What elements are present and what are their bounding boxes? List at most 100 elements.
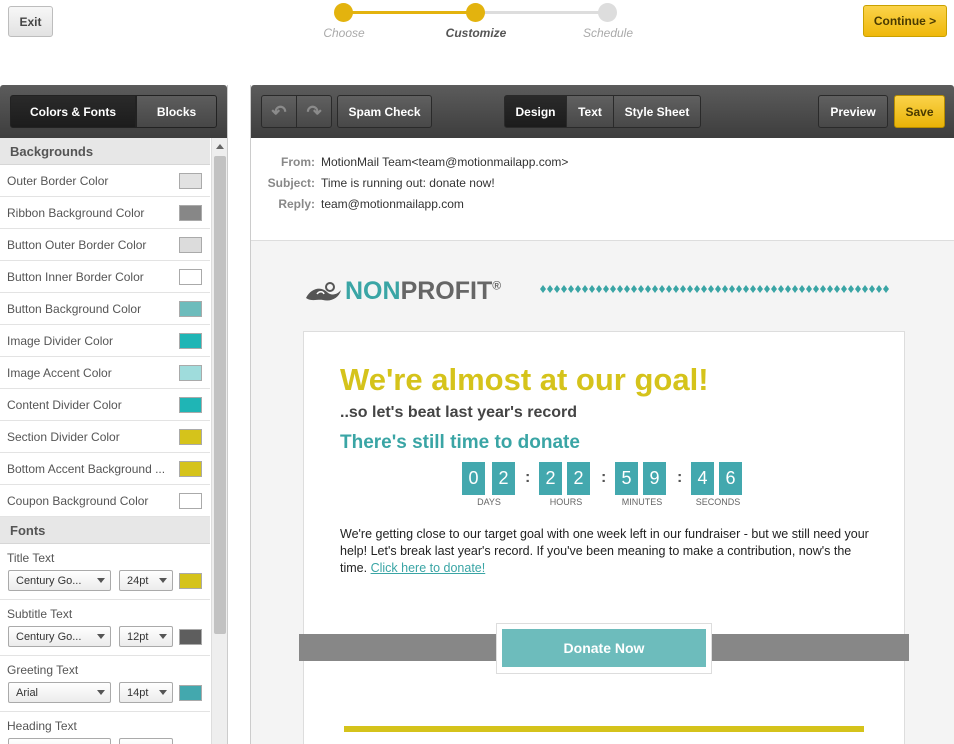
exit-button[interactable]: Exit: [8, 6, 53, 37]
reply-value[interactable]: team@motionmailapp.com: [321, 197, 464, 211]
tab-colors-fonts[interactable]: Colors & Fonts: [10, 95, 136, 128]
color-row-button-inner-border: Button Inner Border Color: [0, 261, 210, 293]
chevron-down-icon: [97, 690, 105, 695]
diamond-shape: [827, 285, 833, 293]
diamond-shape: [820, 285, 826, 293]
diamond-shape: [540, 285, 546, 293]
redo-button[interactable]: ↷: [296, 95, 332, 128]
from-value[interactable]: MotionMail Team<team@motionmailapp.com>: [321, 155, 568, 169]
email-headline[interactable]: We're almost at our goal!: [340, 362, 709, 398]
font-family-select[interactable]: Arial: [8, 682, 111, 703]
step-progress-line: [344, 11, 476, 14]
email-canvas: NONPROFIT® We're almost at our goal! ..s…: [251, 241, 954, 744]
bottom-accent-bar[interactable]: [344, 726, 864, 732]
color-swatch[interactable]: [179, 301, 202, 317]
color-swatch[interactable]: [179, 429, 202, 445]
font-size-select[interactable]: 24pt: [119, 570, 173, 591]
countdown-timer[interactable]: 0 2 : 2 2 : 5 9 : 4 6 DAYS HOURS MINUTES…: [462, 462, 762, 510]
color-swatch[interactable]: [179, 493, 202, 509]
email-section-heading[interactable]: There's still time to donate: [340, 432, 580, 454]
color-row-label: Ribbon Background Color: [7, 206, 145, 220]
font-size-select[interactable]: 12pt: [119, 626, 173, 647]
step-dot-choose[interactable]: [334, 3, 353, 22]
color-row-label: Button Inner Border Color: [7, 270, 144, 284]
diamond-shape: [589, 285, 595, 293]
donate-link[interactable]: Click here to donate!: [371, 561, 486, 575]
font-family-select[interactable]: [8, 738, 111, 744]
diamond-divider[interactable]: [539, 284, 889, 294]
color-swatch[interactable]: [179, 173, 202, 189]
font-size-select[interactable]: 14pt: [119, 682, 173, 703]
color-swatch[interactable]: [179, 269, 202, 285]
wizard-steps: Choose Customize Schedule: [300, 0, 660, 50]
undo-icon: ↶: [271, 101, 287, 122]
donate-button-frame: Donate Now: [496, 623, 712, 674]
color-row-bottom-accent: Bottom Accent Background ...: [0, 453, 210, 485]
step-remaining-line: [476, 11, 608, 14]
color-row-label: Button Background Color: [7, 302, 142, 316]
tab-style-sheet[interactable]: Style Sheet: [613, 95, 701, 128]
font-family-select[interactable]: Century Go...: [8, 570, 111, 591]
font-family-select[interactable]: Century Go...: [8, 626, 111, 647]
scroll-thumb[interactable]: [214, 156, 226, 634]
color-row-button-background: Button Background Color: [0, 293, 210, 325]
color-swatch[interactable]: [179, 333, 202, 349]
step-dot-schedule[interactable]: [598, 3, 617, 22]
color-row-image-accent: Image Accent Color: [0, 357, 210, 389]
email-subhead[interactable]: ..so let's beat last year's record: [340, 404, 577, 422]
email-body[interactable]: We're getting close to our target goal w…: [340, 526, 870, 577]
diamond-shape: [876, 285, 882, 293]
diamond-shape: [568, 285, 574, 293]
style-panel: Colors & Fonts Blocks Backgrounds Outer …: [0, 85, 228, 744]
nonprofit-logo[interactable]: NONPROFIT®: [303, 277, 501, 306]
tab-text[interactable]: Text: [566, 95, 614, 128]
color-swatch[interactable]: [179, 573, 202, 589]
from-label: From:: [281, 155, 315, 169]
color-swatch[interactable]: [179, 237, 202, 253]
preview-button[interactable]: Preview: [818, 95, 888, 128]
diamond-shape: [862, 285, 868, 293]
font-size-value: 24pt: [127, 574, 149, 587]
undo-button[interactable]: ↶: [261, 95, 297, 128]
backgrounds-section-header[interactable]: Backgrounds: [0, 138, 210, 165]
diamond-shape: [554, 285, 560, 293]
donate-now-button[interactable]: Donate Now: [502, 629, 706, 667]
diamond-shape: [736, 285, 742, 293]
save-button[interactable]: Save: [894, 95, 945, 128]
chevron-down-icon: [97, 634, 105, 639]
color-row-label: Image Accent Color: [7, 366, 112, 380]
step-label-schedule[interactable]: Schedule: [558, 26, 658, 40]
step-dot-customize[interactable]: [466, 3, 485, 22]
font-row-label: Subtitle Text: [7, 607, 73, 621]
diamond-shape: [603, 285, 609, 293]
step-label-customize[interactable]: Customize: [426, 26, 526, 40]
continue-button[interactable]: Continue >: [863, 5, 947, 37]
step-label-choose[interactable]: Choose: [294, 26, 394, 40]
spam-check-button[interactable]: Spam Check: [337, 95, 432, 128]
color-swatch[interactable]: [179, 365, 202, 381]
diamond-shape: [624, 285, 630, 293]
font-size-select[interactable]: [119, 738, 173, 744]
color-row-section-divider: Section Divider Color: [0, 421, 210, 453]
color-swatch[interactable]: [179, 685, 202, 701]
color-swatch[interactable]: [179, 205, 202, 221]
scroll-up-icon[interactable]: [216, 144, 224, 149]
style-panel-scrollbar[interactable]: [211, 138, 227, 744]
tab-design[interactable]: Design: [504, 95, 567, 128]
font-size-value: 12pt: [127, 630, 149, 643]
subject-value[interactable]: Time is running out: donate now!: [321, 176, 495, 190]
countdown-label-seconds: SECONDS: [695, 497, 741, 507]
email-content-card: We're almost at our goal! ..so let's bea…: [299, 331, 909, 744]
fonts-section-header[interactable]: Fonts: [0, 517, 210, 544]
diamond-shape: [694, 285, 700, 293]
countdown-digit: 2: [539, 462, 562, 495]
countdown-digit: 0: [462, 462, 485, 495]
tab-blocks[interactable]: Blocks: [136, 95, 217, 128]
color-swatch[interactable]: [179, 397, 202, 413]
color-swatch[interactable]: [179, 461, 202, 477]
color-swatch[interactable]: [179, 629, 202, 645]
chevron-down-icon: [159, 634, 167, 639]
countdown-label-days: DAYS: [477, 497, 501, 507]
bird-logo-icon: [306, 281, 341, 301]
color-row-label: Button Outer Border Color: [7, 238, 147, 252]
